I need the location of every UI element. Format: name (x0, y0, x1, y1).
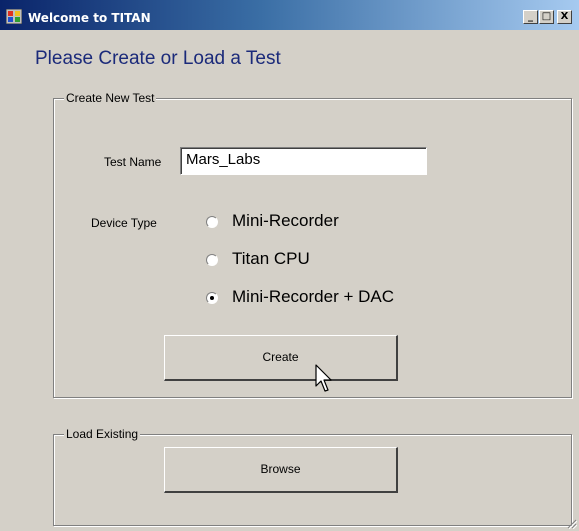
titan-welcome-window: Welcome to TITAN _ □ X Please Create or … (0, 0, 579, 531)
test-name-input[interactable]: Mars_Labs (180, 147, 427, 175)
radio-label-mini-recorder: Mini-Recorder (232, 211, 339, 230)
test-name-label: Test Name (104, 155, 162, 169)
test-name-value: Mars_Labs (186, 151, 261, 168)
load-existing-label: Load Existing (64, 427, 141, 441)
create-new-test-label: Create New Test (64, 91, 157, 105)
create-button-label: Create (262, 350, 299, 364)
radio-button-selected-icon (206, 292, 218, 304)
maximize-button[interactable]: □ (539, 10, 554, 24)
maximize-icon: □ (541, 11, 552, 22)
window-title: Welcome to TITAN (28, 11, 151, 25)
browse-button[interactable]: Browse (164, 447, 398, 493)
radio-label-titan-cpu: Titan CPU (232, 249, 310, 268)
close-button[interactable]: X (557, 10, 572, 24)
radio-label-mini-recorder-dac: Mini-Recorder + DAC (232, 287, 395, 306)
resize-grip-icon[interactable] (565, 517, 577, 529)
close-icon: X (560, 11, 569, 22)
minimize-button[interactable]: _ (523, 10, 538, 24)
radio-button-icon (206, 216, 218, 228)
minimize-icon: _ (528, 11, 533, 22)
app-icon (6, 9, 22, 24)
create-button[interactable]: Create (164, 335, 398, 381)
radio-dot (210, 296, 214, 300)
mouse-cursor-icon (315, 364, 332, 392)
page-title: Please Create or Load a Test (35, 48, 281, 69)
title-bar[interactable]: Welcome to TITAN _ □ X (0, 0, 579, 30)
browse-button-label: Browse (260, 462, 301, 476)
device-type-label: Device Type (91, 216, 157, 230)
radio-button-icon (206, 254, 218, 266)
